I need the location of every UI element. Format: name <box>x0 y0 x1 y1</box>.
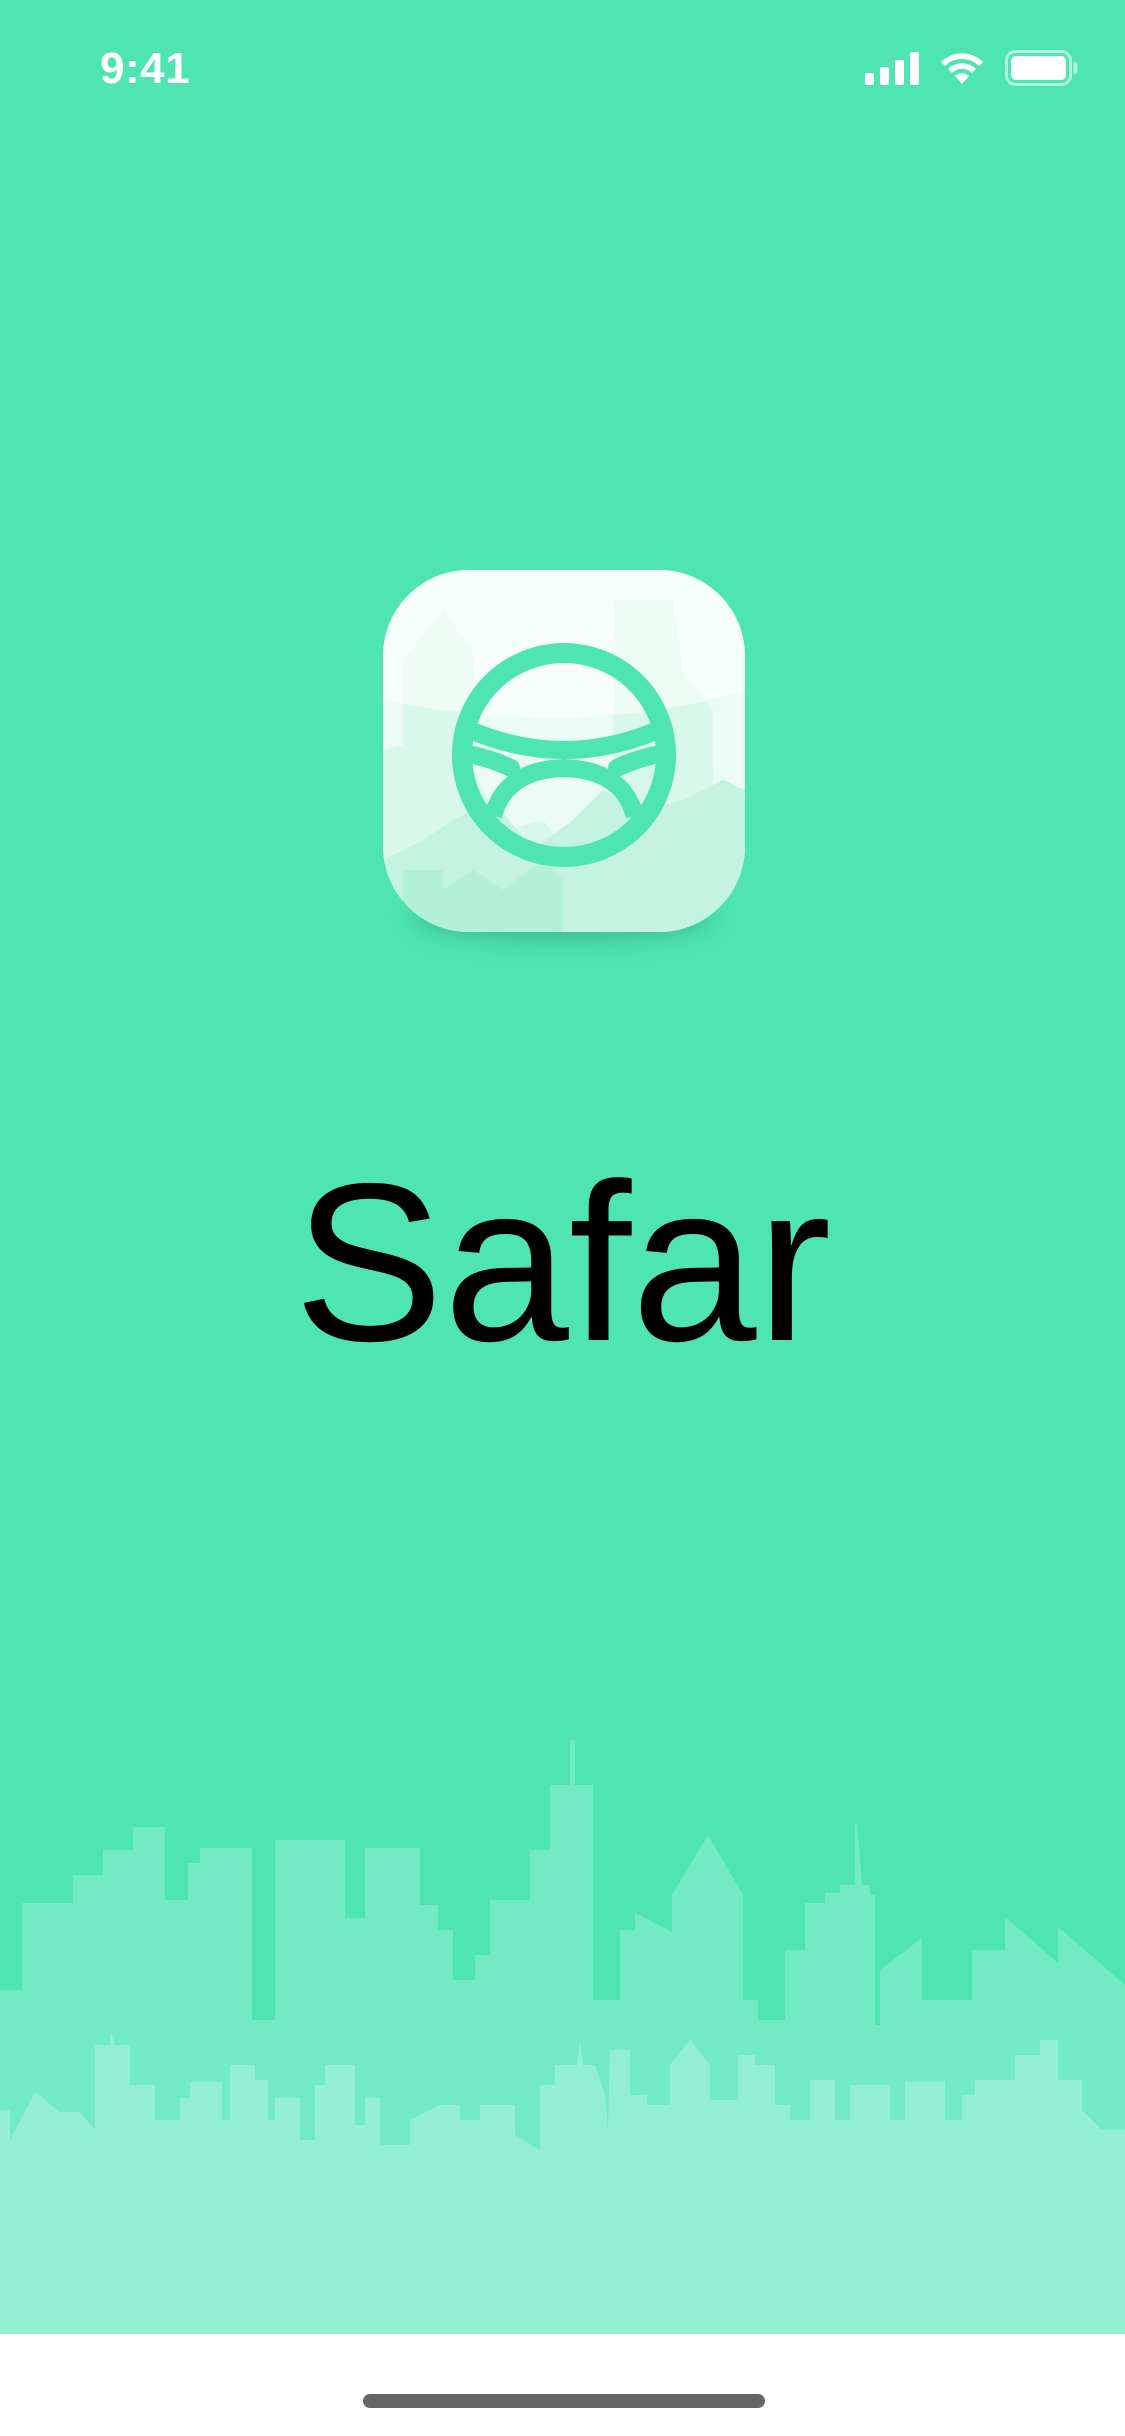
steering-wheel-icon <box>383 570 745 932</box>
cellular-signal-icon <box>865 51 919 85</box>
app-icon <box>383 570 745 932</box>
status-time: 9:41 <box>100 44 191 93</box>
status-bar: 9:41 <box>0 0 1125 140</box>
status-icons <box>865 50 1079 86</box>
battery-icon <box>1005 50 1079 86</box>
wifi-icon <box>939 51 985 85</box>
splash-screen: 9:41 Safar <box>0 0 1125 2436</box>
splash-background: 9:41 Safar <box>0 0 1125 2334</box>
app-title: Safar <box>293 1136 832 1388</box>
app-icon-container <box>383 570 745 940</box>
city-skyline <box>0 1720 1125 2334</box>
home-indicator[interactable] <box>363 2394 765 2408</box>
